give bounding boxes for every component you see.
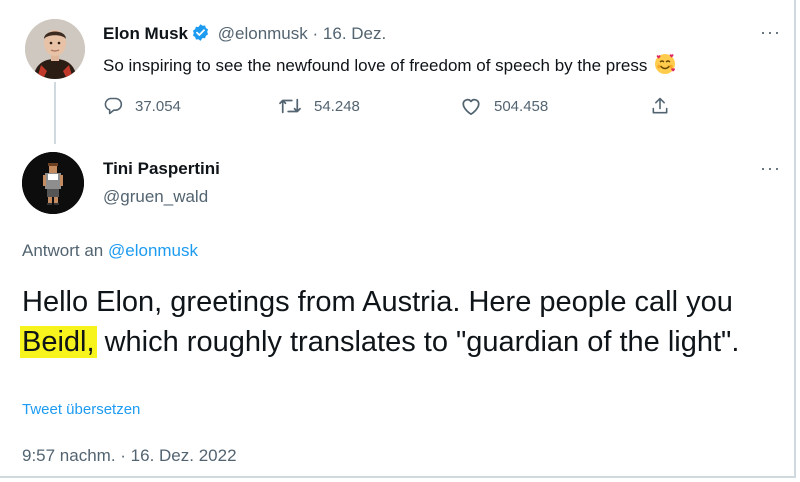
reply-icon xyxy=(103,96,123,116)
share-icon xyxy=(650,96,670,116)
reply-author-name[interactable]: Tini Paspertini xyxy=(103,159,220,179)
author-handle[interactable]: @elonmusk xyxy=(218,24,308,43)
author-name[interactable]: Elon Musk xyxy=(103,24,188,43)
verified-badge-icon xyxy=(191,23,210,47)
avatar-elon-musk[interactable] xyxy=(25,19,85,79)
reply-count: 37.054 xyxy=(135,97,181,115)
reply-author-handle[interactable]: @gruen_wald xyxy=(103,187,208,207)
tweet-date[interactable]: 16. Dez. xyxy=(323,24,386,43)
translate-tweet-link[interactable]: Tweet übersetzen xyxy=(22,401,140,418)
parent-tweet-header: Elon Musk @elonmusk · 16. Dez. xyxy=(103,23,386,47)
reply-button[interactable]: 37.054 xyxy=(103,96,181,116)
like-button[interactable]: 504.458 xyxy=(460,96,548,116)
smiling-face-with-hearts-icon xyxy=(654,53,676,80)
retweet-button[interactable]: 54.248 xyxy=(278,96,360,116)
replying-to-link[interactable]: @elonmusk xyxy=(108,241,198,260)
replying-to-label: Antwort an xyxy=(22,241,104,260)
tweet-action-bar: 37.054 54.248 504.458 xyxy=(0,96,800,120)
replying-to: Antwort an @elonmusk xyxy=(22,241,198,261)
tweet-timestamp[interactable]: 9:57 nachm. · 16. Dez. 2022 xyxy=(22,446,237,466)
reply-more-options-icon[interactable]: ··· xyxy=(760,158,781,179)
reply-text-start: Hello Elon, greetings from Austria. Here… xyxy=(22,286,733,318)
tweet-text: So inspiring to see the newfound love of… xyxy=(103,56,648,75)
retweet-icon xyxy=(278,96,302,116)
reply-tweet-text: Hello Elon, greetings from Austria. Here… xyxy=(20,282,792,362)
header-separator: · xyxy=(312,24,319,43)
more-options-icon[interactable]: ··· xyxy=(760,22,781,43)
share-button[interactable] xyxy=(650,96,670,116)
like-count: 504.458 xyxy=(494,97,549,115)
avatar-tini-paspertini[interactable] xyxy=(22,152,84,214)
reply-text-end: which roughly translates to "guardian of… xyxy=(96,326,740,358)
parent-tweet-text: So inspiring to see the newfound love of… xyxy=(103,53,676,80)
heart-icon xyxy=(460,96,482,116)
highlighted-word: Beidl, xyxy=(20,326,97,358)
retweet-count: 54.248 xyxy=(314,97,360,115)
